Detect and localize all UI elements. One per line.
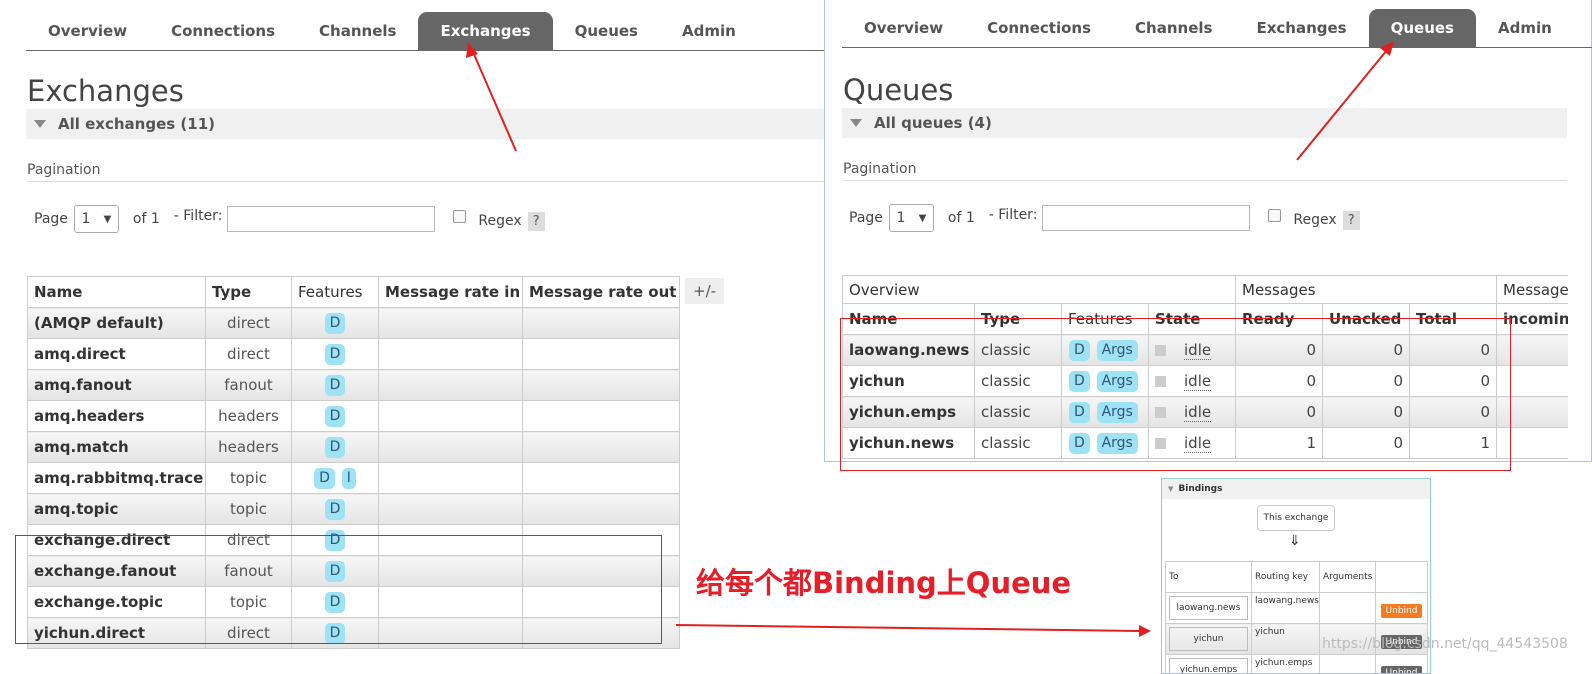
annotation-text: 给每个都Binding上Queue <box>696 566 1072 600</box>
watermark: https://blog.csdn.net/qq_44543508 <box>1322 636 1568 652</box>
arrow-to-exchanges <box>472 51 517 152</box>
arrow-to-bindings <box>675 624 1141 632</box>
arrow-head-queues-icon <box>1380 41 1394 56</box>
highlight-queues-box <box>840 318 1511 471</box>
arrow-head-exchanges-icon <box>466 42 478 58</box>
highlight-exchanges-box <box>15 535 662 644</box>
arrow-head-bindings-icon <box>1139 625 1151 637</box>
arrow-to-queues <box>1296 49 1388 161</box>
